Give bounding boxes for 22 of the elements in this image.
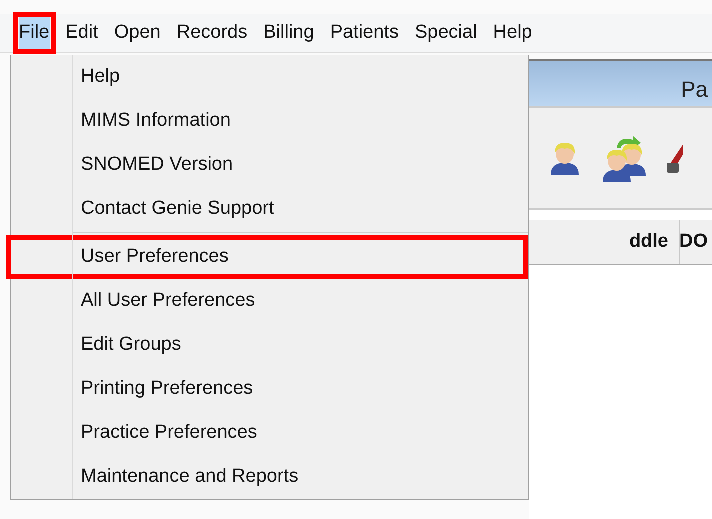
menu-item[interactable]: MIMS Information [6, 99, 528, 143]
menu-bar-item[interactable]: Billing [258, 12, 320, 54]
menu-item[interactable]: Maintenance and Reports [6, 455, 528, 499]
person-icon[interactable] [548, 141, 580, 175]
menu-bar-item[interactable]: Records [170, 12, 254, 54]
menu-item[interactable]: Practice Preferences [6, 411, 528, 455]
menu-item[interactable]: Contact Genie Support [6, 187, 528, 231]
menu-item[interactable]: All User Preferences [6, 279, 528, 323]
menu-item[interactable]: Edit Groups [6, 323, 528, 367]
column-header[interactable]: DO [680, 220, 708, 264]
menu-item[interactable]: User Preferences [6, 235, 528, 279]
menu-bar-item[interactable]: Open [108, 12, 167, 54]
window-title: Pa [681, 77, 708, 103]
menu-item[interactable]: SNOMED Version [6, 143, 528, 187]
menu-item[interactable]: Printing Preferences [6, 367, 528, 411]
menu-item[interactable]: Help [6, 55, 528, 99]
menu-bar-item[interactable]: Special [408, 12, 484, 54]
menu-bar-item[interactable]: Help [487, 12, 538, 54]
menu-bar-item[interactable]: Edit [60, 12, 104, 54]
menu-bar-item[interactable]: Patients [324, 12, 405, 54]
column-header[interactable]: ddle [528, 220, 680, 264]
menu-bar-item[interactable]: File [13, 12, 56, 54]
